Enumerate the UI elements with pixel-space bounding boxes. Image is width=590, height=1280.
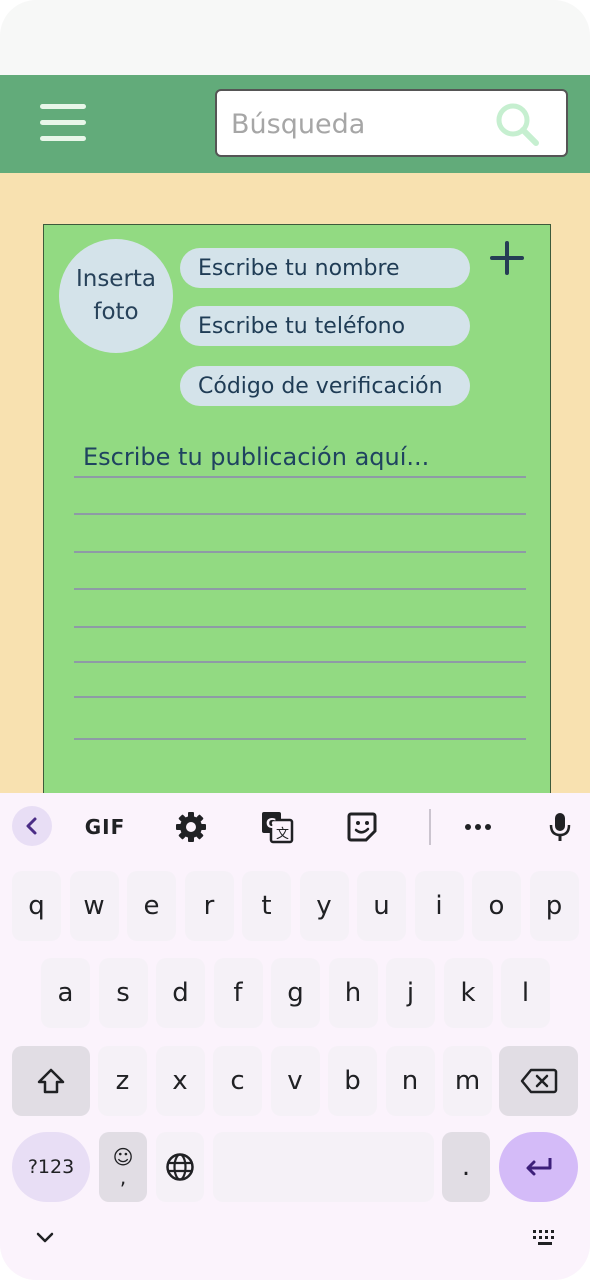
search-input[interactable] <box>229 101 493 147</box>
ruled-line <box>74 661 526 663</box>
phone-screen: Inserta foto Escribe tu publicación aquí… <box>0 0 590 1280</box>
language-globe-key[interactable] <box>156 1132 204 1202</box>
ruled-line <box>74 696 526 698</box>
key-h[interactable]: h <box>328 958 378 1028</box>
key-f[interactable]: f <box>213 958 263 1028</box>
symbols-key[interactable]: ?123 <box>12 1132 90 1202</box>
key-u[interactable]: u <box>357 871 406 941</box>
insert-photo-label: Inserta foto <box>75 266 157 325</box>
key-o[interactable]: o <box>472 871 521 941</box>
key-i[interactable]: i <box>414 871 464 941</box>
key-b[interactable]: b <box>328 1046 377 1116</box>
keyboard-switch-icon[interactable] <box>528 1223 562 1253</box>
sticker-icon[interactable] <box>342 807 382 847</box>
search-box[interactable] <box>215 89 568 157</box>
key-c[interactable]: c <box>213 1046 262 1116</box>
emoji-comma-key[interactable]: ☺ , <box>99 1132 147 1202</box>
key-p[interactable]: p <box>529 871 579 941</box>
key-g[interactable]: g <box>271 958 320 1028</box>
phone-field[interactable] <box>180 306 470 346</box>
chevron-left-icon[interactable] <box>12 806 52 846</box>
key-x[interactable]: x <box>155 1046 205 1116</box>
key-m[interactable]: m <box>443 1046 492 1116</box>
hide-keyboard-chevron-icon[interactable] <box>30 1223 60 1253</box>
post-card: Inserta foto Escribe tu publicación aquí… <box>43 224 551 824</box>
ruled-line <box>74 626 526 628</box>
name-field[interactable] <box>180 248 470 288</box>
key-s[interactable]: s <box>98 958 148 1028</box>
space-bar[interactable] <box>213 1132 434 1202</box>
comma-label: , <box>119 1165 127 1189</box>
key-d[interactable]: d <box>156 958 205 1028</box>
key-z[interactable]: z <box>98 1046 147 1116</box>
key-v[interactable]: v <box>270 1046 320 1116</box>
key-l[interactable]: l <box>501 958 550 1028</box>
ruled-line <box>74 588 526 590</box>
enter-icon <box>526 1158 551 1176</box>
enter-key[interactable] <box>499 1132 578 1202</box>
add-plus-icon[interactable] <box>490 241 524 275</box>
ruled-line <box>74 476 526 478</box>
ruled-line <box>74 738 526 740</box>
key-r[interactable]: r <box>184 871 234 941</box>
translate-icon[interactable]: G 文 <box>257 807 297 847</box>
toolbar-divider <box>429 809 431 845</box>
shift-key[interactable] <box>12 1046 90 1116</box>
top-app-bar <box>0 75 590 173</box>
period-key[interactable]: . <box>442 1132 490 1202</box>
key-j[interactable]: j <box>386 958 435 1028</box>
post-placeholder: Escribe tu publicación aquí... <box>83 443 430 471</box>
ruled-line <box>74 513 526 515</box>
key-k[interactable]: k <box>443 958 493 1028</box>
verification-code-field[interactable] <box>180 366 470 406</box>
emoji-icon: ☺ <box>112 1145 134 1169</box>
globe-icon <box>166 1153 194 1181</box>
svg-text:文: 文 <box>276 827 289 842</box>
hamburger-menu-icon[interactable] <box>40 104 86 144</box>
key-q[interactable]: q <box>12 871 61 941</box>
key-y[interactable]: y <box>299 871 349 941</box>
key-w[interactable]: w <box>69 871 119 941</box>
gif-button[interactable]: GIF <box>82 807 128 847</box>
post-text-area[interactable]: Escribe tu publicación aquí... <box>74 443 526 743</box>
backspace-key[interactable] <box>499 1046 578 1116</box>
microphone-icon[interactable] <box>540 807 580 847</box>
key-n[interactable]: n <box>385 1046 435 1116</box>
key-t[interactable]: t <box>242 871 291 941</box>
more-options-icon[interactable] <box>458 807 498 847</box>
settings-gear-icon[interactable] <box>171 807 211 847</box>
soft-keyboard: GIF G 文 q w e r t y u i o p a s d f g h … <box>0 793 590 1280</box>
key-e[interactable]: e <box>127 871 176 941</box>
search-icon[interactable] <box>494 101 540 147</box>
insert-photo-button[interactable]: Inserta foto <box>59 239 173 353</box>
ruled-line <box>74 551 526 553</box>
key-a[interactable]: a <box>41 958 90 1028</box>
